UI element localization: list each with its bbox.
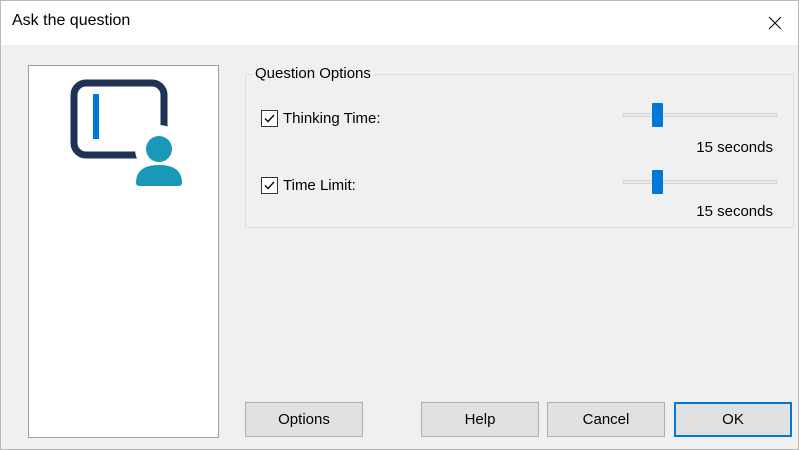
slider-track xyxy=(623,113,777,117)
group-title: Question Options xyxy=(251,65,375,82)
cancel-button[interactable]: Cancel xyxy=(547,402,665,437)
time-limit-label: Time Limit: xyxy=(283,176,356,194)
time-limit-value: 15 seconds xyxy=(696,203,773,220)
dialog-window: Ask the question Question Options Thinki… xyxy=(0,0,799,450)
close-button[interactable] xyxy=(752,1,798,45)
slider-track xyxy=(623,180,777,184)
checkmark-icon xyxy=(264,181,275,189)
presenter-board-icon xyxy=(70,79,186,189)
slider-thumb[interactable] xyxy=(651,103,663,127)
help-button[interactable]: Help xyxy=(421,402,539,437)
thinking-time-label: Thinking Time: xyxy=(283,109,381,127)
slider-thumb[interactable] xyxy=(651,170,663,194)
options-button[interactable]: Options xyxy=(245,402,363,437)
window-title: Ask the question xyxy=(12,12,131,29)
illustration-panel xyxy=(28,65,219,438)
time-limit-checkbox-row[interactable]: Time Limit: xyxy=(261,175,356,195)
thinking-time-value: 15 seconds xyxy=(696,139,773,156)
ok-button[interactable]: OK xyxy=(674,402,792,437)
close-icon xyxy=(768,16,782,30)
thinking-time-checkbox-row[interactable]: Thinking Time: xyxy=(261,108,381,128)
thinking-time-checkbox[interactable] xyxy=(261,109,278,127)
checkmark-icon xyxy=(264,114,275,122)
time-limit-checkbox[interactable] xyxy=(261,176,278,194)
title-bar[interactable]: Ask the question xyxy=(1,1,798,45)
thinking-time-slider[interactable] xyxy=(621,103,777,127)
time-limit-slider[interactable] xyxy=(621,170,777,194)
